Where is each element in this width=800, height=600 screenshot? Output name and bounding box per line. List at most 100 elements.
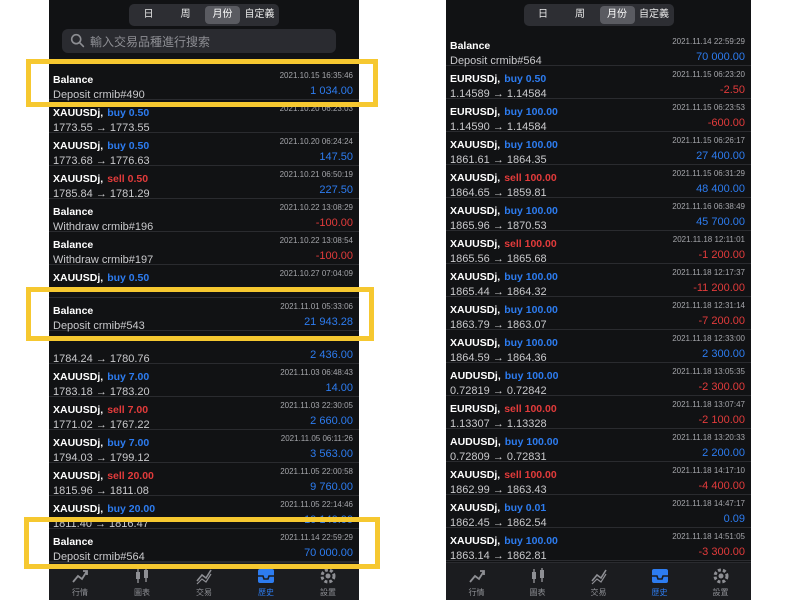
tab-label: 歷史 xyxy=(651,588,668,597)
timestamp: 2021.11.03 06:48:43 xyxy=(280,368,353,377)
amount-value: -2 300.00 xyxy=(698,381,745,393)
timestamp: 2021.11.05 22:00:58 xyxy=(280,467,353,476)
history-row[interactable]: XAUUSDj, sell 20.00 2021.11.05 22:00:58 181… xyxy=(49,463,359,497)
timestamp: 2021.10.27 07:04:09 xyxy=(279,269,353,278)
search-input[interactable]: 輸入交易品種進行搜索 xyxy=(62,29,336,53)
history-row[interactable]: Balance 2021.10.22 13:08:29 Withdraw crmib… xyxy=(49,199,359,233)
history-row[interactable]: XAUUSDj, buy 100.00 2021.11.18 12:17:37 186… xyxy=(446,264,751,298)
history-inbox-icon xyxy=(258,569,274,583)
segment-custom[interactable]: 自定義 xyxy=(242,6,277,24)
history-row[interactable]: XAUUSDj, sell 0.50 2021.10.21 06:50:19 1785… xyxy=(49,166,359,200)
timestamp: 2021.11.18 14:17:10 xyxy=(672,466,745,475)
amount-value: 2 300.00 xyxy=(702,348,745,360)
timestamp: 2021.11.18 13:05:35 xyxy=(672,367,745,376)
history-row[interactable]: XAUUSDj, sell 100.00 2021.11.15 06:31:29 18… xyxy=(446,165,751,199)
history-row[interactable]: AUDUSDj, buy 100.00 2021.11.18 13:05:35 0.7… xyxy=(446,363,751,397)
timestamp: 2021.11.03 22:30:05 xyxy=(280,401,353,410)
amount-value: 27 400.00 xyxy=(696,150,745,162)
amount-value: -1 200.00 xyxy=(698,249,745,261)
highlight-box xyxy=(26,287,374,341)
segment-custom[interactable]: 自定義 xyxy=(637,6,672,24)
timestamp: 2021.11.15 06:23:20 xyxy=(672,70,745,79)
tab-label: 圖表 xyxy=(529,588,546,597)
history-row[interactable]: XAUUSDj, sell 100.00 2021.11.18 12:11:01 18… xyxy=(446,231,751,265)
timestamp: 2021.11.18 12:17:37 xyxy=(672,268,745,277)
history-list: Balance 2021.11.14 22:59:29 Deposit crmib#… xyxy=(446,33,751,562)
bottom-tab-bar: 行情 圖表 交易 歷史 設置 xyxy=(446,562,751,600)
segment-month[interactable]: 月份 xyxy=(205,6,240,24)
candlestick-icon xyxy=(531,568,544,583)
amount-value: -11 200.00 xyxy=(693,282,745,294)
segment-day[interactable]: 日 xyxy=(131,6,166,24)
amount-value: 45 700.00 xyxy=(696,216,745,228)
history-row[interactable]: XAUUSDj, buy 0.01 2021.11.18 14:47:17 1862.… xyxy=(446,495,751,529)
timestamp: 2021.11.15 06:23:53 xyxy=(672,103,745,112)
tab-label: 行情 xyxy=(72,588,88,597)
amount-value: 14.00 xyxy=(325,382,353,394)
amount-value: -2.50 xyxy=(719,84,745,96)
history-row[interactable]: EURUSDj, buy 0.50 2021.11.15 06:23:20 1.145… xyxy=(446,66,751,100)
tab-label: 圖表 xyxy=(134,588,150,597)
history-row[interactable]: XAUUSDj, buy 100.00 2021.11.18 14:51:05 186… xyxy=(446,528,751,562)
timestamp: 2021.11.18 14:47:17 xyxy=(672,499,745,508)
search-icon xyxy=(70,33,85,48)
tab-chart[interactable]: 圖表 xyxy=(507,563,568,600)
history-row[interactable]: XAUUSDj, buy 0.50 2021.10.20 06:24:24 1773.… xyxy=(49,133,359,167)
history-row[interactable]: XAUUSDj, buy 100.00 2021.11.18 12:33:00 186… xyxy=(446,330,751,364)
search-placeholder: 輸入交易品種進行搜索 xyxy=(90,34,211,49)
amount-value: 70 000.00 xyxy=(696,51,745,63)
timestamp: 2021.11.16 06:38:49 xyxy=(672,202,745,211)
timestamp: 2021.10.22 13:08:29 xyxy=(279,203,353,212)
history-row[interactable]: XAUUSDj, sell 7.00 2021.11.03 22:30:05 1771… xyxy=(49,397,359,431)
timestamp: 2021.11.18 13:07:47 xyxy=(672,400,745,409)
history-row[interactable]: XAUUSDj, buy 100.00 2021.11.15 06:26:17 186… xyxy=(446,132,751,166)
segment-month[interactable]: 月份 xyxy=(599,6,635,24)
trade-icon xyxy=(196,569,212,585)
timestamp: 2021.11.05 06:11:26 xyxy=(280,434,353,443)
tab-label: 設置 xyxy=(320,588,336,597)
tab-trade[interactable]: 交易 xyxy=(568,563,629,600)
quotes-chart-icon xyxy=(468,570,485,583)
history-row[interactable]: Balance 2021.11.14 22:59:29 Deposit crmib#… xyxy=(446,33,751,67)
timestamp: 2021.11.15 06:31:29 xyxy=(672,169,745,178)
history-row[interactable]: XAUUSDj, buy 7.00 2021.11.05 06:11:26 1794.… xyxy=(49,430,359,464)
tab-label: 行情 xyxy=(468,588,485,597)
segment-week[interactable]: 周 xyxy=(168,6,203,24)
tab-history[interactable]: 歷史 xyxy=(629,563,690,600)
tab-quotes[interactable]: 行情 xyxy=(446,563,507,600)
timestamp: 2021.11.18 12:11:01 xyxy=(672,235,745,244)
timestamp: 2021.11.18 14:51:05 xyxy=(672,532,745,541)
segment-day[interactable]: 日 xyxy=(526,6,561,24)
amount-value: 9 760.00 xyxy=(310,481,353,493)
highlight-box xyxy=(26,59,378,107)
history-row[interactable]: EURUSDj, sell 100.00 2021.11.18 13:07:47 1.… xyxy=(446,396,751,430)
segment-week[interactable]: 周 xyxy=(563,6,598,24)
history-row[interactable]: AUDUSDj, buy 100.00 2021.11.18 13:20:33 0.7… xyxy=(446,429,751,463)
history-row[interactable]: XAUUSDj, buy 100.00 2021.11.18 12:31:14 186… xyxy=(446,297,751,331)
amount-value: 0.09 xyxy=(723,513,745,525)
amount-value: 2 660.00 xyxy=(310,415,353,427)
tab-settings[interactable]: 設置 xyxy=(690,563,751,600)
timestamp: 2021.11.18 13:20:33 xyxy=(672,433,745,442)
amount-value: 3 563.00 xyxy=(310,448,353,460)
history-row[interactable]: EURUSDj, buy 100.00 2021.11.15 06:23:53 1.1… xyxy=(446,99,751,133)
amount-value: 147.50 xyxy=(319,151,353,163)
amount-value: 2 436.00 xyxy=(310,349,353,361)
timestamp: 2021.11.18 12:33:00 xyxy=(672,334,745,343)
quotes-chart-icon xyxy=(72,570,88,583)
history-row[interactable]: Balance 2021.10.22 13:08:54 Withdraw crmib… xyxy=(49,232,359,266)
tab-label: 交易 xyxy=(590,588,607,597)
history-row[interactable]: XAUUSDj, buy 7.00 2021.11.03 06:48:43 1783.… xyxy=(49,364,359,398)
highlight-box xyxy=(24,517,380,569)
tab-label: 設置 xyxy=(712,588,729,597)
amount-value: -3 300.00 xyxy=(698,546,745,558)
row-description: 1863.14 → 1862.81 xyxy=(450,550,547,562)
timestamp: 2021.10.21 06:50:19 xyxy=(279,170,353,179)
period-segment-control: 日 周 月份 自定義 xyxy=(446,4,751,26)
timestamp: 2021.10.20 06:24:24 xyxy=(279,137,353,146)
history-row[interactable]: XAUUSDj, buy 100.00 2021.11.16 06:38:49 186… xyxy=(446,198,751,232)
timestamp: 2021.11.18 12:31:14 xyxy=(672,301,745,310)
history-inbox-icon xyxy=(651,569,668,583)
history-row[interactable]: XAUUSDj, sell 100.00 2021.11.18 14:17:10 18… xyxy=(446,462,751,496)
amount-value: -600.00 xyxy=(707,117,745,129)
